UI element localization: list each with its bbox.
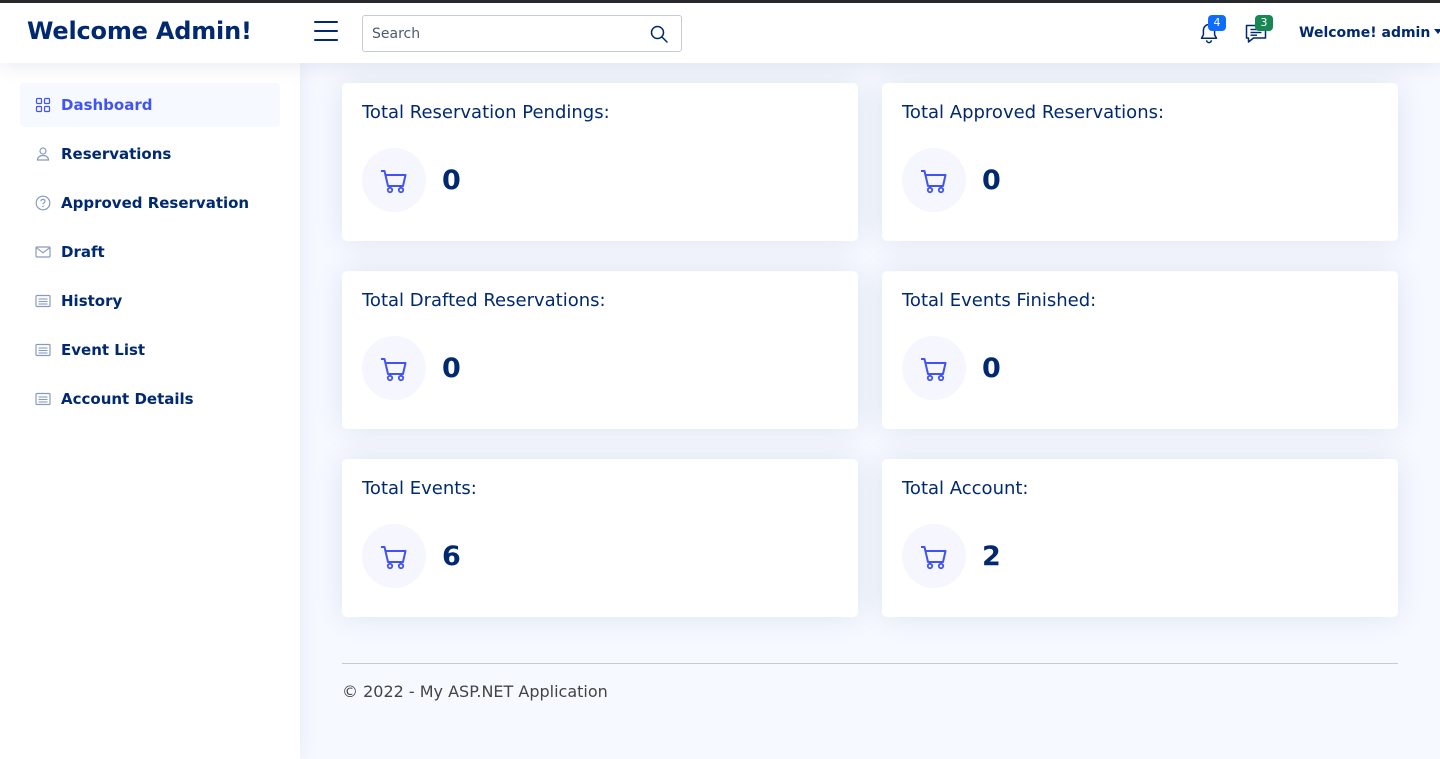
- stat-card-reservation-pendings: Total Reservation Pendings: 0: [342, 83, 858, 241]
- search-icon[interactable]: [649, 24, 669, 44]
- sidebar-item-label: Draft: [61, 243, 105, 261]
- caret-down-icon: [1434, 29, 1440, 34]
- sidebar-item-event-list[interactable]: Event List: [20, 328, 280, 372]
- search-input[interactable]: [363, 16, 643, 51]
- stat-card-drafted-reservations: Total Drafted Reservations: 0: [342, 271, 858, 429]
- card-value: 0: [442, 352, 461, 384]
- list-icon: [35, 293, 51, 309]
- top-navbar: Welcome Admin! 4 3 Welcome! admin: [0, 3, 1440, 63]
- sidebar: Dashboard Reservations Approved Reservat…: [0, 63, 300, 759]
- card-title: Total Events Finished:: [902, 290, 1097, 311]
- cart-icon: [902, 336, 966, 400]
- sidebar-item-account-details[interactable]: Account Details: [20, 377, 280, 421]
- sidebar-item-history[interactable]: History: [20, 279, 280, 323]
- card-title: Total Approved Reservations:: [902, 102, 1165, 123]
- card-value: 0: [442, 164, 461, 196]
- list-icon: [35, 342, 51, 358]
- stat-card-events-finished: Total Events Finished: 0: [882, 271, 1398, 429]
- sidebar-item-label: Account Details: [61, 390, 194, 408]
- search-bar: [362, 15, 682, 52]
- footer-divider: [342, 663, 1398, 664]
- sidebar-item-label: Event List: [61, 341, 146, 359]
- cart-icon: [362, 336, 426, 400]
- dashboard-main: Total Reservation Pendings: 0 Total Appr…: [342, 83, 1398, 701]
- message-count-badge: 3: [1255, 15, 1273, 31]
- user-dropdown-label: Welcome! admin: [1299, 25, 1431, 41]
- envelope-icon: [35, 244, 51, 260]
- cart-icon: [362, 524, 426, 588]
- grid-icon: [35, 97, 51, 113]
- cart-icon: [902, 524, 966, 588]
- sidebar-item-draft[interactable]: Draft: [20, 230, 280, 274]
- sidebar-item-label: History: [61, 292, 123, 310]
- sidebar-item-label: Reservations: [61, 145, 172, 163]
- card-title: Total Account:: [902, 478, 1029, 499]
- card-title: Total Reservation Pendings:: [362, 102, 610, 123]
- card-value: 2: [982, 540, 1001, 572]
- cart-icon: [362, 148, 426, 212]
- brand-title[interactable]: Welcome Admin!: [27, 17, 252, 45]
- stat-card-total-events: Total Events: 6: [342, 459, 858, 617]
- footer-copyright: © 2022 - My ASP.NET Application: [342, 682, 608, 701]
- person-icon: [35, 146, 51, 162]
- notification-count-badge: 4: [1208, 15, 1226, 31]
- user-dropdown[interactable]: Welcome! admin: [1299, 25, 1440, 41]
- stat-card-total-account: Total Account: 2: [882, 459, 1398, 617]
- sidebar-item-label: Dashboard: [61, 96, 153, 114]
- card-title: Total Drafted Reservations:: [362, 290, 606, 311]
- card-value: 0: [982, 164, 1001, 196]
- card-value: 0: [982, 352, 1001, 384]
- messages-button[interactable]: 3: [1243, 15, 1273, 46]
- list-icon: [35, 391, 51, 407]
- sidebar-item-label: Approved Reservation: [61, 194, 250, 212]
- stats-grid: Total Reservation Pendings: 0 Total Appr…: [342, 83, 1398, 617]
- stat-card-approved-reservations: Total Approved Reservations: 0: [882, 83, 1398, 241]
- card-value: 6: [442, 540, 461, 572]
- question-circle-icon: [35, 195, 51, 211]
- sidebar-item-approved-reservation[interactable]: Approved Reservation: [20, 181, 280, 225]
- card-title: Total Events:: [362, 478, 477, 499]
- notifications-button[interactable]: 4: [1196, 15, 1226, 46]
- cart-icon: [902, 148, 966, 212]
- sidebar-item-reservations[interactable]: Reservations: [20, 132, 280, 176]
- sidebar-item-dashboard[interactable]: Dashboard: [20, 83, 280, 127]
- hamburger-menu-icon[interactable]: [314, 21, 338, 43]
